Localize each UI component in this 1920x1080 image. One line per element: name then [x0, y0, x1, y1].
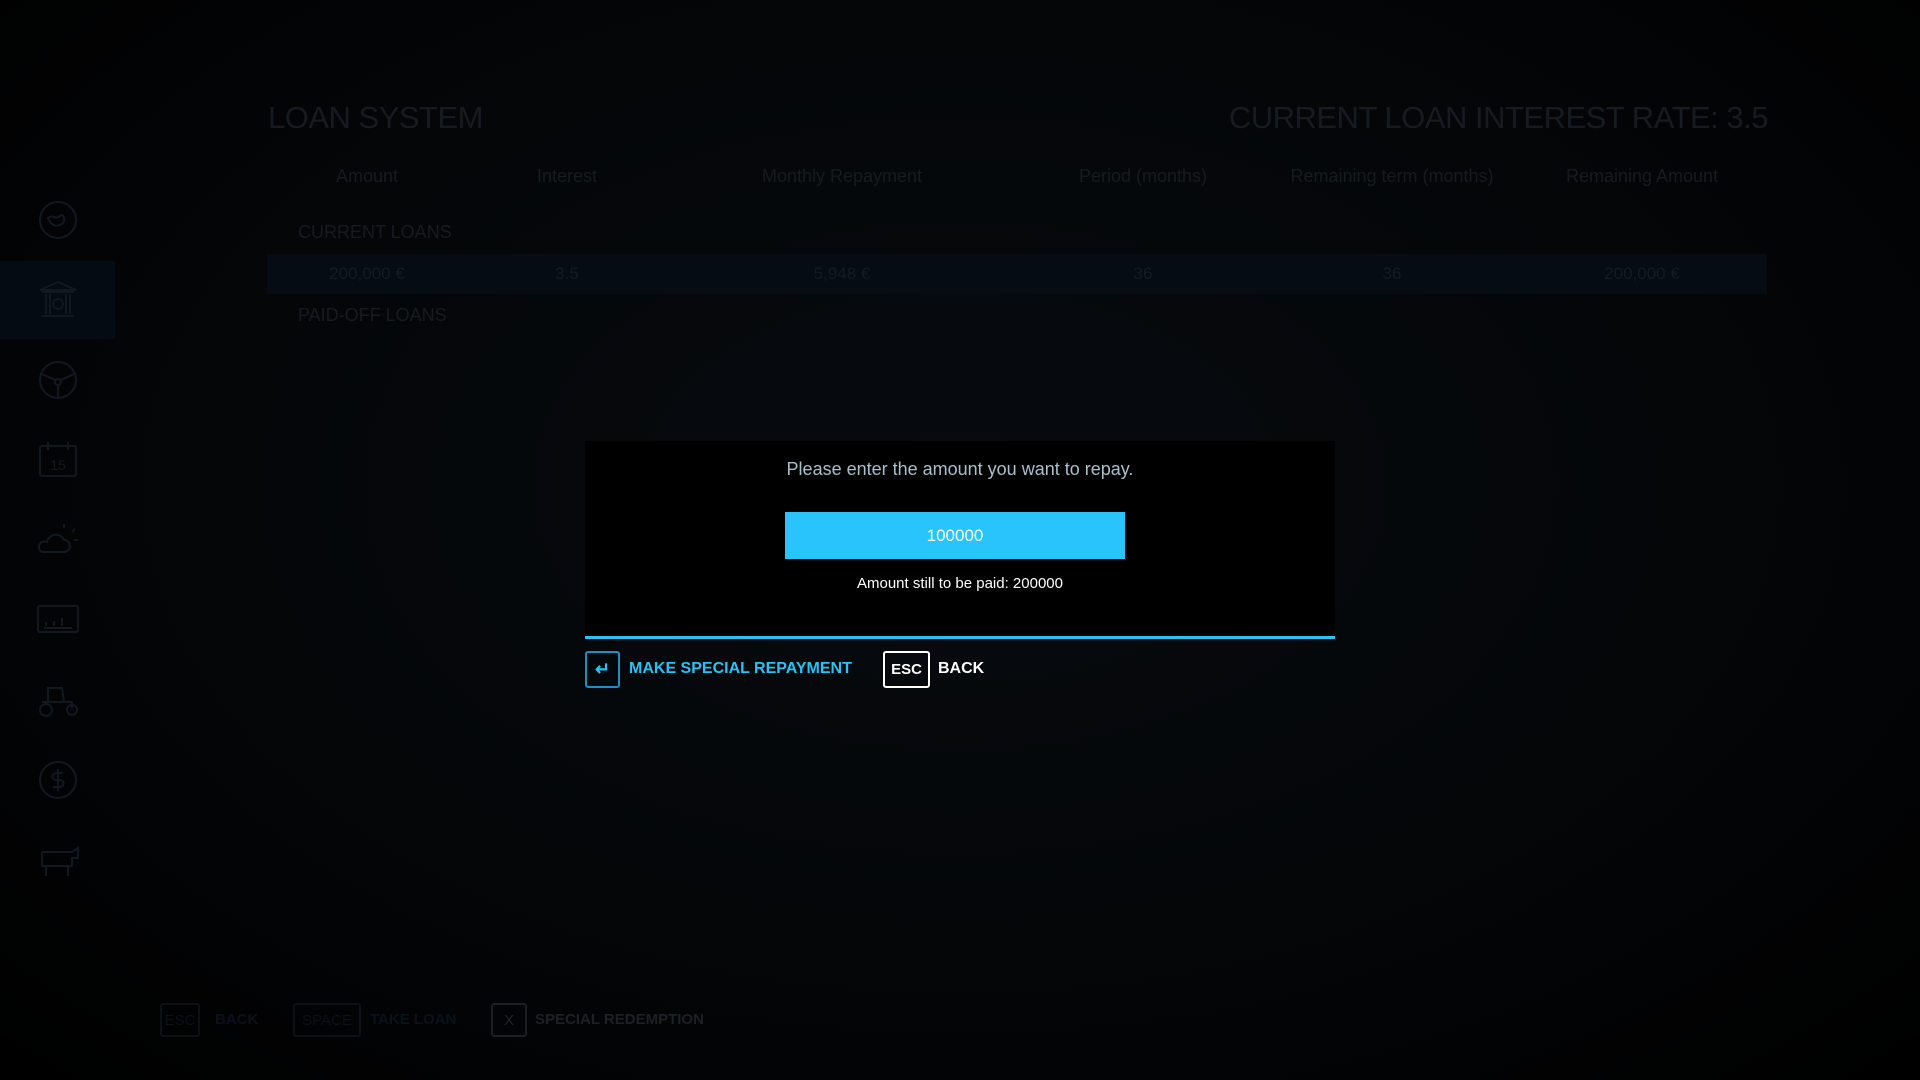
interest-rate: CURRENT LOAN INTEREST RATE: 3.5: [1228, 100, 1769, 135]
bank-icon: [39, 280, 76, 317]
sidebar-item-bank[interactable]: [0, 261, 115, 339]
enter-key-icon: ↵: [585, 651, 620, 688]
sidebar-item-finances[interactable]: [0, 741, 115, 819]
animals-icon: [40, 846, 79, 876]
take-loan-label: TAKE LOAN: [370, 1011, 457, 1028]
cell-remaining-term: 36: [1382, 264, 1402, 283]
current-loans-label: CURRENT LOANS: [298, 222, 452, 242]
space-key-icon: SPACE: [293, 1003, 361, 1037]
sidebar-item-map[interactable]: [0, 181, 115, 259]
esc-key-icon: ESC: [160, 1003, 200, 1037]
cell-monthly-repayment: 5,948 €: [813, 264, 871, 283]
column-header-remaining-term: Remaining term (months): [1290, 166, 1494, 186]
sidebar: 15: [0, 150, 115, 900]
column-header-remaining-amount: Remaining Amount: [1565, 166, 1719, 186]
sidebar-item-tractors[interactable]: [0, 661, 115, 739]
map-icon: [38, 201, 77, 239]
page-title: LOAN SYSTEM: [268, 100, 484, 135]
sidebar-item-weather[interactable]: [0, 501, 115, 579]
sidebar-item-calendar[interactable]: 15: [0, 421, 115, 499]
weather-icon: [37, 524, 78, 553]
x-key-icon: X: [491, 1003, 527, 1037]
sidebar-item-vehicles[interactable]: [0, 341, 115, 419]
calendar-icon: 15: [38, 442, 77, 477]
special-redemption-label: SPECIAL REDEMPTION: [535, 1011, 704, 1028]
repayment-dialog: Please enter the amount you want to repa…: [585, 441, 1335, 639]
statistics-icon: [36, 605, 79, 633]
repayment-amount-input[interactable]: 100000: [785, 512, 1125, 559]
svg-text:15: 15: [50, 457, 66, 473]
dialog-prompt: Please enter the amount you want to repa…: [786, 459, 1134, 479]
sidebar-item-animals[interactable]: [0, 821, 115, 899]
column-header-period: Period (months): [1078, 166, 1208, 186]
cell-interest: 3.5: [555, 264, 579, 283]
back-label: BACK: [938, 660, 985, 677]
cell-amount: 200,000 €: [329, 264, 405, 283]
remaining-amount-text: Amount still to be paid: 200000: [857, 575, 1063, 592]
paid-off-loans-label: PAID-OFF LOANS: [298, 305, 447, 325]
sidebar-item-statistics[interactable]: [0, 581, 115, 659]
tractor-icon: [38, 687, 78, 717]
make-special-repayment-label: MAKE SPECIAL REPAYMENT: [629, 660, 852, 677]
column-header-monthly-repayment: Monthly Repayment: [761, 166, 923, 186]
cell-remaining-amount: 200,000 €: [1604, 264, 1680, 283]
finance-icon: [38, 761, 77, 799]
steering-wheel-icon: [38, 361, 77, 399]
esc-key-icon: ESC: [883, 651, 930, 688]
column-header-interest: Interest: [536, 166, 598, 186]
footer-back-label: BACK: [215, 1011, 259, 1028]
column-header-amount: Amount: [335, 166, 399, 186]
table-row[interactable]: [267, 254, 1767, 294]
cell-period: 36: [1133, 264, 1153, 283]
